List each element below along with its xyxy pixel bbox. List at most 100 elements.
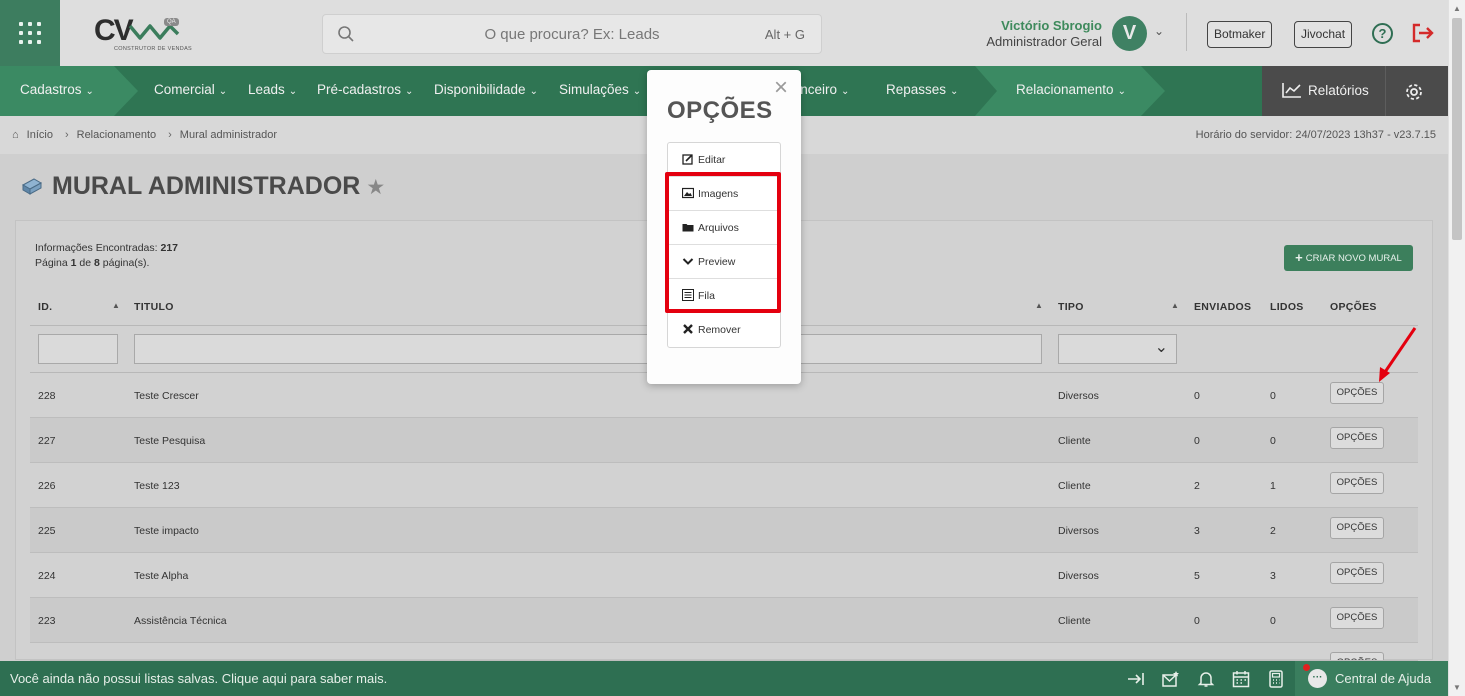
avatar[interactable]: V [1112, 16, 1147, 51]
search-shortcut: Alt + G [764, 27, 805, 42]
gear-icon[interactable] [1404, 82, 1424, 102]
table-row: 227 Teste Pesquisa Cliente 0 0 OPÇÕES [30, 418, 1418, 463]
chat-bubble-icon: ··· [1308, 669, 1327, 688]
filter-titulo-input[interactable] [134, 334, 1042, 364]
chevron-down-icon[interactable]: ⌄ [1154, 24, 1164, 38]
close-icon[interactable]: × [774, 76, 788, 100]
sort-asc-icon[interactable]: ▲ [112, 301, 120, 310]
column-header-titulo[interactable]: TITULO [134, 301, 174, 313]
nav-label: Leads [248, 82, 285, 97]
cell-tipo: Diversos [1058, 570, 1099, 582]
apps-grid-icon[interactable] [0, 0, 60, 66]
nav-item-cadastros[interactable]: Cadastros ⌄ [20, 82, 94, 97]
nav-label: Relacionamento [1016, 82, 1114, 97]
logo[interactable]: CV QA CONSTRUTOR DE VENDAS [94, 16, 192, 54]
cell-enviados: 0 [1194, 615, 1200, 627]
cell-enviados: 0 [1194, 435, 1200, 447]
jivochat-button[interactable]: Jivochat [1294, 21, 1353, 48]
calendar-icon[interactable] [1232, 670, 1250, 688]
filter-tipo-select[interactable] [1058, 334, 1177, 364]
options-button[interactable]: OPÇÕES [1330, 427, 1384, 449]
chevron-right-icon: › [168, 129, 172, 141]
options-button[interactable]: OPÇÕES [1330, 562, 1384, 584]
cell-id: 224 [38, 570, 56, 582]
user-info[interactable]: Victório Sbrogio Administrador Geral [986, 18, 1102, 50]
cell-titulo: Teste impacto [134, 525, 199, 537]
nav-label: Simulações [559, 82, 629, 97]
help-icon[interactable]: ? [1372, 23, 1393, 44]
options-button[interactable]: OPÇÕES [1330, 652, 1384, 660]
options-button[interactable]: OPÇÕES [1330, 517, 1384, 539]
logo-badge: QA [164, 18, 179, 26]
cell-lidos: 3 [1270, 570, 1276, 582]
cell-tipo: Cliente [1058, 435, 1091, 447]
saved-lists-message[interactable]: Você ainda não possui listas salvas. Cli… [10, 671, 387, 686]
help-center-button[interactable]: ··· Central de Ajuda [1295, 661, 1448, 696]
cell-id: 225 [38, 525, 56, 537]
help-center-label: Central de Ajuda [1335, 671, 1432, 686]
nav-item-relacionamento[interactable]: Relacionamento ⌄ [1016, 82, 1126, 97]
cell-tipo: Cliente [1058, 480, 1091, 492]
star-icon[interactable]: ★ [366, 176, 385, 199]
plus-icon: + [1295, 250, 1303, 265]
home-icon[interactable]: ⌂ [12, 129, 19, 141]
cell-enviados: 0 [1194, 390, 1200, 402]
nav-item-simulacoes[interactable]: Simulações ⌄ [559, 82, 641, 97]
logout-icon[interactable] [1411, 22, 1435, 44]
notification-dot [1303, 664, 1310, 671]
footer-bar: Você ainda não possui listas salvas. Cli… [0, 661, 1448, 696]
mail-star-icon[interactable] [1162, 670, 1180, 688]
nav-item-pre-cadastros[interactable]: Pré-cadastros ⌄ [317, 82, 413, 97]
page-title-text: MURAL ADMINISTRADOR [52, 172, 361, 200]
nav-label: Cadastros [20, 82, 82, 97]
table-row: 225 Teste impacto Diversos 3 2 OPÇÕES [30, 508, 1418, 553]
search-input[interactable]: O que procura? Ex: Leads Alt + G [322, 14, 822, 54]
nav-item-leads[interactable]: Leads ⌄ [248, 82, 297, 97]
cell-lidos: 0 [1270, 615, 1276, 627]
botmaker-button[interactable]: Botmaker [1207, 21, 1273, 48]
arrow-right-to-bar-icon[interactable] [1127, 670, 1145, 688]
cell-titulo: Teste Crescer [134, 390, 199, 402]
chevron-down-icon: ⌄ [405, 86, 414, 97]
scrollbar-thumb[interactable] [1452, 18, 1462, 240]
chevron-down-icon: ⌄ [218, 86, 228, 97]
page-total: 8 [94, 257, 100, 269]
page-title: MURAL ADMINISTRADOR ★ [20, 172, 385, 201]
sort-icon[interactable]: ▲︎ [1035, 301, 1043, 310]
create-mural-button[interactable]: + CRIAR NOVO MURAL [1284, 245, 1413, 271]
nav-item-comercial[interactable]: Comercial ⌄ [154, 82, 227, 97]
server-time: Horário do servidor: 24/07/2023 13h37 - … [1195, 129, 1436, 141]
options-button[interactable]: OPÇÕES [1330, 382, 1384, 404]
column-header-tipo[interactable]: TIPO [1058, 301, 1084, 313]
nav-label: Relatórios [1308, 83, 1369, 98]
table-row: 223 Assistência Técnica Cliente 0 0 OPÇÕ… [30, 598, 1418, 643]
scroll-up-icon[interactable]: ▲ [1453, 4, 1461, 13]
breadcrumb-relacionamento[interactable]: Relacionamento [77, 129, 157, 141]
options-button[interactable]: OPÇÕES [1330, 607, 1384, 629]
menu-item-remover[interactable]: Remover [668, 313, 780, 347]
nav-item-relatorios[interactable]: Relatórios [1282, 82, 1369, 98]
cell-tipo: Diversos [1058, 525, 1099, 537]
table-row: 224 Teste Alpha Diversos 5 3 OPÇÕES [30, 553, 1418, 598]
options-button[interactable]: OPÇÕES [1330, 472, 1384, 494]
bell-icon[interactable] [1197, 670, 1215, 688]
chevron-down-icon: ⌄ [950, 86, 959, 97]
cell-titulo: Teste Alpha [134, 570, 189, 582]
calculator-icon[interactable] [1267, 670, 1285, 688]
breadcrumb-home[interactable]: Início [27, 129, 53, 141]
table-row: 226 Teste 123 Cliente 2 1 OPÇÕES [30, 463, 1418, 508]
filter-id-input[interactable] [38, 334, 118, 364]
nav-item-repasses[interactable]: Repasses ⌄ [886, 82, 958, 97]
scroll-down-icon[interactable]: ▼ [1453, 683, 1461, 692]
page-current: 1 [70, 257, 77, 269]
cell-titulo: Teste Pesquisa [134, 435, 206, 447]
nav-label: Comercial [154, 82, 215, 97]
cell-lidos: 0 [1270, 435, 1276, 447]
column-header-lidos: LIDOS [1270, 301, 1304, 313]
column-header-id[interactable]: ID. [38, 301, 52, 313]
mural-icon [21, 178, 43, 195]
sort-icon[interactable]: ▲︎ [1171, 301, 1179, 310]
nav-item-disponibilidade[interactable]: Disponibilidade ⌄ [434, 82, 538, 97]
cell-id: 227 [38, 435, 56, 447]
vertical-scrollbar[interactable]: ▲ ▼ [1448, 0, 1465, 696]
